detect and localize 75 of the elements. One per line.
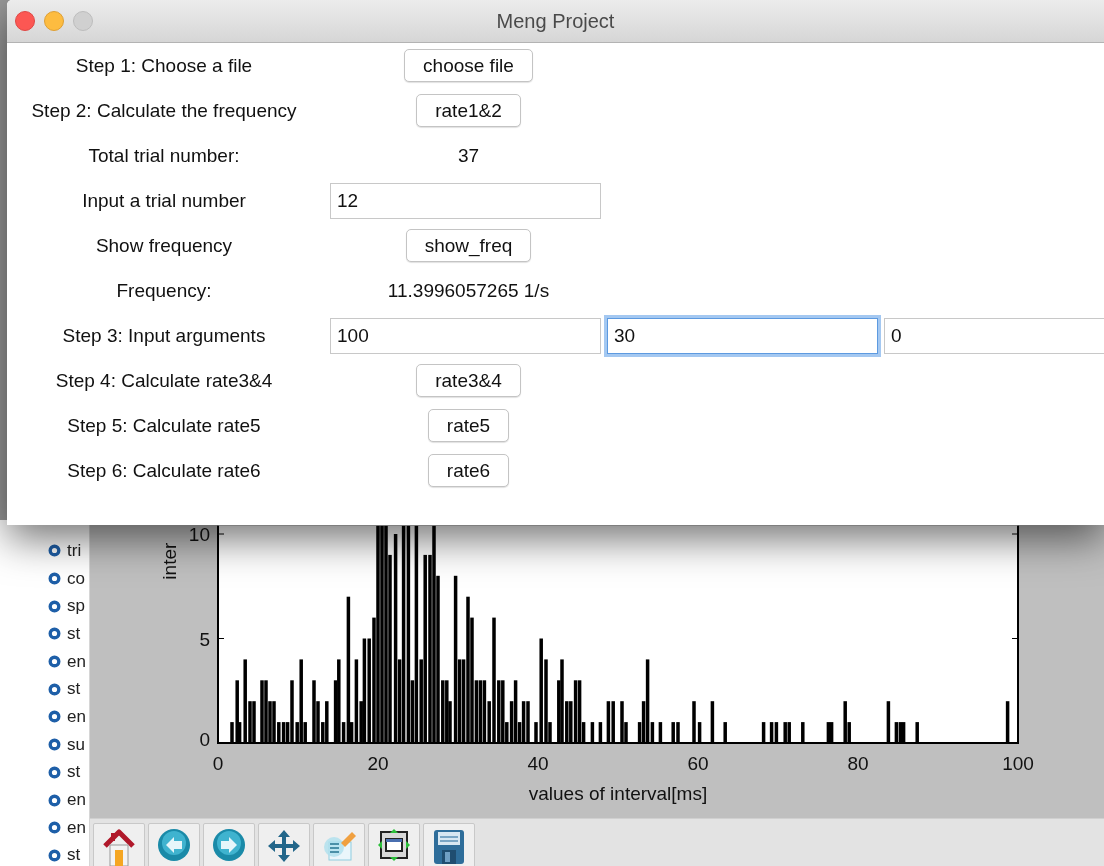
value-text: 37 bbox=[456, 144, 481, 167]
action-button[interactable]: rate1&2 bbox=[416, 94, 521, 127]
window-frame-icon bbox=[377, 828, 411, 862]
step-label: Input a trial number bbox=[81, 189, 247, 212]
ring-icon bbox=[48, 572, 61, 586]
step-label: Show frequency bbox=[94, 234, 234, 257]
axis-tick-label: 20 bbox=[367, 753, 389, 774]
histogram-bar bbox=[723, 722, 727, 743]
action-button[interactable]: rate3&4 bbox=[416, 364, 521, 397]
axis-tick-label: 80 bbox=[847, 753, 869, 774]
ring-icon bbox=[48, 544, 61, 558]
histogram-bar bbox=[761, 722, 766, 743]
histogram-bar bbox=[915, 722, 919, 743]
ring-icon bbox=[48, 599, 61, 613]
axis-tick-label: 0 bbox=[212, 753, 224, 774]
input-field[interactable]: 100 bbox=[330, 317, 601, 354]
axis-tick-label: 60 bbox=[687, 753, 709, 774]
sidebar-item[interactable]: en bbox=[67, 790, 86, 811]
step-label: Step 1: Choose a file bbox=[74, 54, 254, 77]
input-field[interactable]: 30 bbox=[607, 317, 878, 354]
toolbar-button[interactable] bbox=[93, 823, 145, 866]
step-label: Step 3: Input arguments bbox=[61, 324, 267, 347]
ring-icon bbox=[48, 682, 61, 696]
action-button[interactable]: show_freq bbox=[405, 229, 532, 262]
axis-tick-label: 40 bbox=[527, 753, 549, 774]
ring-icon bbox=[48, 738, 61, 752]
axis-title: inter bbox=[159, 542, 180, 580]
sidebar-item[interactable]: en bbox=[67, 817, 86, 838]
sidebar-item[interactable]: en bbox=[67, 651, 86, 672]
axis-tick-label: 0 bbox=[199, 729, 210, 750]
ring-icon bbox=[48, 627, 61, 641]
axis-tick-label: 5 bbox=[199, 628, 210, 650]
axis-title: values of interval[ms] bbox=[528, 783, 708, 804]
step-label: Frequency: bbox=[115, 279, 213, 302]
histogram-bar bbox=[801, 722, 805, 743]
step-label: Step 4: Calculate rate3&4 bbox=[54, 369, 274, 392]
input-field[interactable]: 12 bbox=[330, 182, 601, 219]
step-label: Step 5: Calculate rate5 bbox=[66, 414, 262, 437]
input-field[interactable]: 0 bbox=[884, 317, 1104, 354]
histogram-bar bbox=[886, 701, 891, 743]
histogram-bar bbox=[710, 701, 715, 743]
sidebar-item[interactable]: st bbox=[67, 679, 81, 700]
sidebar-item[interactable]: st bbox=[67, 623, 81, 644]
axis-tick-label: 100 bbox=[1002, 753, 1034, 774]
histogram-bar bbox=[590, 722, 595, 743]
sidebar-item[interactable]: en bbox=[67, 706, 86, 727]
ring-icon bbox=[48, 710, 61, 724]
ring-icon bbox=[48, 655, 61, 669]
sidebar-item[interactable]: st bbox=[67, 845, 81, 866]
histogram-bar bbox=[1005, 701, 1010, 743]
action-button[interactable]: choose file bbox=[404, 49, 533, 82]
toolbar-button[interactable] bbox=[368, 823, 420, 866]
toolbar-button[interactable] bbox=[423, 823, 475, 866]
sidebar-item[interactable]: st bbox=[67, 762, 81, 783]
sidebar-item[interactable]: co bbox=[67, 568, 85, 589]
home-icon bbox=[102, 828, 136, 866]
ring-icon bbox=[48, 765, 61, 779]
ring-icon bbox=[48, 793, 61, 807]
action-button[interactable]: rate5 bbox=[427, 409, 510, 442]
move-icon bbox=[266, 828, 302, 864]
sidebar-item[interactable]: su bbox=[67, 734, 85, 755]
action-button[interactable]: rate6 bbox=[427, 454, 510, 487]
window-title: Meng Project bbox=[496, 9, 615, 33]
histogram-bar bbox=[598, 722, 603, 743]
sidebar-item[interactable]: tri bbox=[67, 540, 82, 561]
ring-icon bbox=[48, 821, 61, 835]
ring-icon bbox=[48, 848, 61, 862]
step-label: Step 2: Calculate the frequency bbox=[30, 99, 298, 122]
step-label: Total trial number: bbox=[87, 144, 241, 167]
axis-tick-label: 10 bbox=[188, 524, 210, 545]
step-label: Step 6: Calculate rate6 bbox=[66, 459, 262, 482]
sidebar-item[interactable]: sp bbox=[67, 596, 85, 617]
histogram-bar bbox=[658, 722, 663, 743]
value-text: 11.3996057265 1/s bbox=[386, 279, 551, 302]
close-button[interactable] bbox=[15, 11, 35, 31]
